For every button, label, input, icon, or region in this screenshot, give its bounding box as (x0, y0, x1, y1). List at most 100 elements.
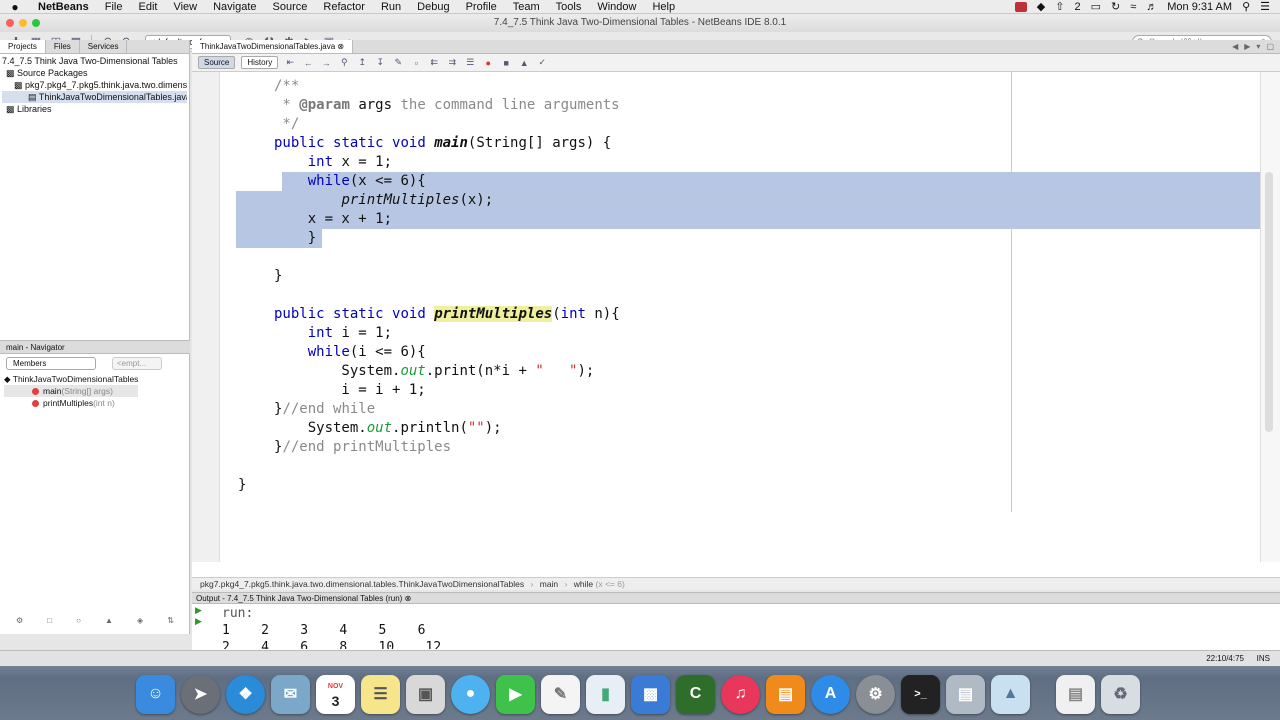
stop-macro-icon[interactable]: ■ (500, 57, 512, 69)
find-previous-icon[interactable]: ↥ (356, 57, 368, 69)
tab-list-icon[interactable]: ▾ (1256, 40, 1260, 53)
cube-icon[interactable]: ▲ (991, 674, 1030, 714)
menu-view[interactable]: View (165, 0, 205, 14)
terminal-icon[interactable]: >_ (901, 674, 940, 714)
toggle-comment-icon[interactable]: ☰ (464, 57, 476, 69)
close-output-icon[interactable]: ⊗ (405, 594, 412, 603)
dropbox-icon[interactable]: ◆ (1037, 0, 1045, 13)
navigator-class[interactable]: ◆ ThinkJavaTwoDimensionalTables (4, 373, 138, 385)
menu-refactor[interactable]: Refactor (315, 0, 373, 14)
breadcrumb-class[interactable]: pkg7.pkg4_7.pkg5.think.java.two.dimensio… (200, 579, 524, 589)
scrollbar-thumb[interactable] (1265, 172, 1273, 432)
menu-window[interactable]: Window (589, 0, 644, 14)
navigator-member-printmultiples[interactable]: printMultiples(int n) (4, 397, 138, 409)
tree-project[interactable]: 7.4_7.5 Think Java Two-Dimensional Table… (2, 55, 187, 67)
screen-capture-icon[interactable]: ▤ (946, 674, 985, 714)
back-icon[interactable]: ← (302, 57, 314, 69)
tab-services[interactable]: Services (80, 40, 128, 53)
upload-icon[interactable]: ⇧ (1055, 0, 1064, 13)
wifi-icon[interactable]: ≈ (1130, 1, 1136, 13)
launchpad-icon[interactable]: ➤ (181, 674, 220, 714)
textedit-icon[interactable]: ✎ (541, 674, 580, 714)
insert-mode[interactable]: INS (1257, 651, 1270, 667)
appstore-icon[interactable]: A (811, 674, 850, 714)
source-view-button[interactable]: Source (198, 56, 236, 69)
toggle-selection-icon[interactable]: ▫ (410, 57, 422, 69)
spotlight-icon[interactable]: ⚲ (1242, 0, 1250, 13)
safari-icon[interactable]: ❖ (226, 674, 265, 714)
navigator-members-combo[interactable]: Members (6, 357, 96, 370)
tab-files[interactable]: Files (46, 40, 80, 53)
maximize-editor-icon[interactable]: ▢ (1266, 40, 1274, 53)
finder-icon[interactable]: ☺ (136, 674, 175, 714)
tree-package[interactable]: ▩ pkg7.pkg4_7.pkg5.think.java.two.dimens (2, 79, 187, 91)
messages-icon[interactable]: ● (451, 674, 490, 714)
start-macro-icon[interactable]: ● (482, 57, 494, 69)
filter-fields-icon[interactable]: □ (47, 616, 52, 628)
breadcrumb-block[interactable]: while (574, 579, 593, 589)
breadcrumb-method[interactable]: main (540, 579, 558, 589)
menu-navigate[interactable]: Navigate (205, 0, 264, 14)
tree-source-packages[interactable]: ▩ Source Packages (2, 67, 187, 79)
scroll-tabs-left-icon[interactable]: ◀ (1232, 40, 1238, 53)
facetime-icon[interactable]: ▶ (496, 674, 535, 714)
history-view-button[interactable]: History (241, 56, 279, 69)
menu-run[interactable]: Run (373, 0, 409, 14)
tree-libraries[interactable]: ▩ Libraries (2, 103, 187, 115)
menu-tools[interactable]: Tools (548, 0, 590, 14)
trash-icon[interactable]: ♻ (1101, 674, 1140, 714)
menu-profile[interactable]: Profile (458, 0, 505, 14)
scroll-tabs-right-icon[interactable]: ▶ (1244, 40, 1250, 53)
navigator-filter-combo[interactable]: <empt... (112, 357, 162, 370)
photos-icon[interactable]: ▣ (406, 674, 445, 714)
ibooks-icon[interactable]: ▤ (766, 674, 805, 714)
tasks-icon[interactable]: ✓ (536, 57, 548, 69)
clock[interactable]: Mon 9:31 AM (1167, 1, 1232, 13)
menu-debug[interactable]: Debug (409, 0, 457, 14)
rerun-options-icon[interactable]: ▶ (195, 616, 210, 627)
last-edit-icon[interactable]: ⇤ (284, 57, 296, 69)
recording-icon[interactable] (1014, 1, 1027, 12)
menu-source[interactable]: Source (265, 0, 316, 14)
menu-app-name[interactable]: NetBeans (30, 0, 97, 14)
forward-icon[interactable]: → (320, 57, 332, 69)
menu-edit[interactable]: Edit (130, 0, 165, 14)
notification-center-icon[interactable]: ☰ (1260, 0, 1270, 13)
keynote-icon[interactable]: ▩ (631, 674, 670, 714)
charts-icon[interactable]: ▮ (586, 674, 625, 714)
notes-icon[interactable]: ☰ (361, 674, 400, 714)
editor-scrollbar[interactable] (1260, 72, 1280, 562)
navigator-member-main[interactable]: main(String[] args) (4, 385, 139, 397)
editor-tab-java-file[interactable]: ThinkJavaTwoDimensionalTables.java ⊗ (192, 40, 354, 53)
menu-file[interactable]: File (97, 0, 131, 14)
diff-icon[interactable]: ▲ (518, 57, 530, 69)
airplay-icon[interactable]: ▭ (1091, 0, 1101, 13)
sort-icon[interactable]: ⇅ (167, 616, 174, 628)
filter-static-icon[interactable]: ○ (76, 616, 81, 628)
filter-icon[interactable]: ⚙ (16, 616, 23, 628)
menu-help[interactable]: Help (644, 0, 683, 14)
tree-java-file[interactable]: ▤ ThinkJavaTwoDimensionalTables.java (2, 91, 187, 103)
filter-nonpublic-icon[interactable]: ◈ (137, 616, 143, 628)
code-area[interactable]: 14/** 15 * @param args the command line … (220, 72, 1260, 562)
output-title[interactable]: Output - 7.4_7.5 Think Java Two-Dimensio… (192, 593, 1280, 604)
find-next-icon[interactable]: ↧ (374, 57, 386, 69)
rerun-icon[interactable]: ▶ (195, 605, 210, 616)
preview-icon[interactable]: ✉ (271, 674, 310, 714)
toggle-highlight-icon[interactable]: ✎ (392, 57, 404, 69)
system-preferences-icon[interactable]: ⚙ (856, 674, 895, 714)
apple-menu-icon[interactable]: ● (0, 0, 30, 14)
shift-left-icon[interactable]: ⇇ (428, 57, 440, 69)
filter-inherited-icon[interactable]: ▲ (105, 616, 113, 628)
document-icon[interactable]: ▤ (1056, 674, 1095, 714)
tab-projects[interactable]: Projects (0, 40, 46, 53)
shift-right-icon[interactable]: ⇉ (446, 57, 458, 69)
volume-icon[interactable]: ♬ (1146, 1, 1157, 13)
close-tab-icon[interactable]: ⊗ (337, 42, 344, 51)
timemachine-icon[interactable]: ↻ (1111, 0, 1120, 13)
find-icon[interactable]: ⚲ (338, 57, 350, 69)
itunes-icon[interactable]: ♫ (721, 674, 760, 714)
menu-team[interactable]: Team (505, 0, 548, 14)
battery-count[interactable]: 2 (1074, 1, 1080, 13)
camtasia-icon[interactable]: C (676, 674, 715, 714)
